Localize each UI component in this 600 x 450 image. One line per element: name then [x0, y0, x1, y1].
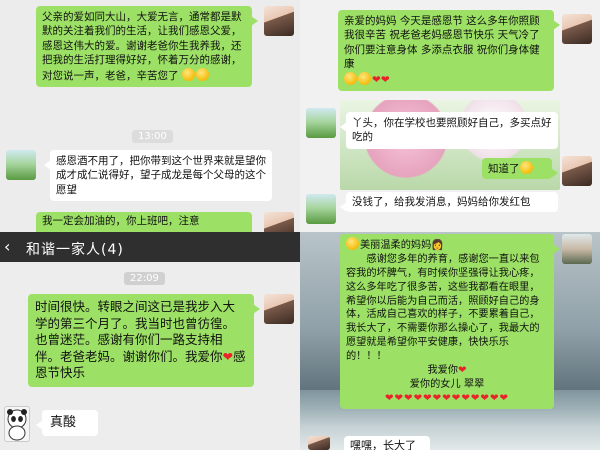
- message-text: 知道了: [488, 163, 520, 175]
- message-bubble-received[interactable]: 嘿嘿，长大了: [344, 436, 430, 450]
- heart-icon: ❤: [442, 392, 452, 404]
- smile-emoji-icon: [181, 67, 195, 81]
- smile-emoji-icon: [195, 67, 209, 81]
- avatar-father[interactable]: [6, 150, 36, 180]
- message-text: 时间很快。转眼之间这已是我步入大学的第三个月了。我当时也曾彷徨。也曾迷茫。感谢有…: [35, 299, 236, 364]
- heart-icon: ❤: [222, 348, 233, 364]
- back-chevron-icon[interactable]: ‹: [4, 237, 10, 256]
- message-text: 感恩酒不用了，把你带到这个世界来就是望你成才成仁说得好，望子成龙是每个父母的这个…: [56, 155, 266, 196]
- avatar-daughter[interactable]: [562, 234, 592, 264]
- heart-icon: ❤: [423, 392, 433, 404]
- chat-header: ‹ 和谐一家人(4): [0, 232, 300, 262]
- chat-title: 和谐一家人(4): [26, 242, 124, 258]
- heart-icon: ❤: [461, 392, 471, 404]
- message-bubble-sent[interactable]: 时间很快。转眼之间这已是我步入大学的第三个月了。我当时也曾彷徨。也曾迷茫。感谢有…: [28, 294, 260, 387]
- smile-emoji-icon: [358, 71, 371, 85]
- message-text: 亲爱的妈妈 今天是感恩节 这么多年你照顾我很辛苦 祝老爸老妈感恩节快乐 天气冷了…: [344, 15, 540, 71]
- heart-icon: ❤: [489, 392, 500, 404]
- heart-icon: ❤: [372, 73, 381, 86]
- smile-emoji-icon: [519, 161, 533, 174]
- message-bubble-received[interactable]: 没钱了，给我发消息，妈妈给你发红包: [340, 192, 558, 213]
- message-line: 我爱你❤: [427, 364, 467, 376]
- heart-icon: ❤: [480, 392, 490, 404]
- message-bubble-sent[interactable]: 知道了: [482, 158, 558, 180]
- avatar-mother[interactable]: [306, 194, 336, 224]
- message-text: 我一定会加油的，你上班吧，注意: [42, 215, 200, 227]
- message-bubble-sent[interactable]: 父亲的爱如同大山，大爱无言，通常都是默默的关注着我们的生活，让我们感恩父爱，感恩…: [36, 6, 258, 88]
- timestamp: 13:00: [132, 130, 173, 143]
- message-heading: 美丽温柔的妈妈: [360, 240, 432, 251]
- chat-screenshot-to-mother: 美丽温柔的妈妈👩 感谢您多年的养育，感谢您一直以来包容我的坏脾气，有时候你坚强得…: [300, 232, 600, 450]
- message-text: 父亲的爱如同大山，大爱无言，通常都是默默的关注着我们的生活，让我们感恩父爱，感恩…: [42, 11, 242, 82]
- avatar-daughter[interactable]: [264, 212, 294, 232]
- message-text: 感谢您多年的养育，感谢您一直以来包容我的坏脾气，有时候你坚强得让我心疼，这么多年…: [346, 253, 540, 362]
- message-bubble-sent[interactable]: 亲爱的妈妈 今天是感恩节 这么多年你照顾我很辛苦 祝老爸老妈感恩节快乐 天气冷了…: [338, 10, 560, 92]
- avatar-mother[interactable]: [308, 436, 330, 450]
- message-text: 嘿嘿，长大了: [350, 439, 416, 450]
- heart-row: ❤❤❤❤❤❤❤❤❤❤❤❤❤: [346, 392, 548, 406]
- message-bubble-received[interactable]: 感恩酒不用了，把你带到这个世界来就是望你成才成仁说得好，望子成龙是每个父母的这个…: [44, 150, 272, 202]
- smile-emoji-icon: [344, 71, 357, 85]
- timestamp: 22:09: [124, 272, 165, 285]
- heart-icon: ❤: [404, 392, 414, 404]
- avatar-panda[interactable]: [4, 406, 30, 442]
- avatar-daughter[interactable]: [562, 156, 592, 186]
- message-text: 真酸: [50, 415, 77, 430]
- heart-icon: ❤: [499, 392, 510, 404]
- chat-screenshot-mother: 亲爱的妈妈 今天是感恩节 这么多年你照顾我很辛苦 祝老爸老妈感恩节快乐 天气冷了…: [300, 0, 600, 232]
- avatar-daughter[interactable]: [264, 294, 294, 324]
- message-bubble-received[interactable]: 真酸: [36, 410, 98, 436]
- heart-icon: ❤: [432, 392, 443, 404]
- heart-icon: ❤: [451, 392, 462, 404]
- chat-screenshot-father: 父亲的爱如同大山，大爱无言，通常都是默默的关注着我们的生活，让我们感恩父爱，感恩…: [0, 0, 300, 232]
- avatar-daughter[interactable]: [562, 14, 592, 44]
- avatar-daughter[interactable]: [264, 6, 294, 36]
- heart-icon: ❤: [470, 392, 481, 404]
- message-bubble-received[interactable]: 丫头，你在学校也要照顾好自己，多买点好吃的: [340, 112, 558, 149]
- heart-icon: ❤: [380, 73, 390, 86]
- heart-icon: ❤: [458, 364, 467, 376]
- message-bubble-sent[interactable]: 美丽温柔的妈妈👩 感谢您多年的养育，感谢您一直以来包容我的坏脾气，有时候你坚强得…: [340, 234, 560, 409]
- smile-emoji-icon: [346, 237, 359, 250]
- message-signature: 爱你的女儿 翠翠: [409, 378, 485, 390]
- message-text: 没钱了，给我发消息，妈妈给你发红包: [352, 196, 531, 208]
- avatar-mother[interactable]: [306, 108, 336, 138]
- message-bubble-sent[interactable]: 我一定会加油的，你上班吧，注意: [36, 212, 252, 232]
- message-text: 丫头，你在学校也要照顾好自己，多买点好吃的: [352, 117, 552, 144]
- heart-icon: ❤: [394, 392, 405, 404]
- chat-screenshot-family-group: ‹ 和谐一家人(4) 22:09 时间很快。转眼之间这已是我步入大学的第三个月了…: [0, 232, 300, 450]
- heart-icon: ❤: [413, 392, 424, 404]
- face-emoji-icon: 👩: [431, 240, 444, 251]
